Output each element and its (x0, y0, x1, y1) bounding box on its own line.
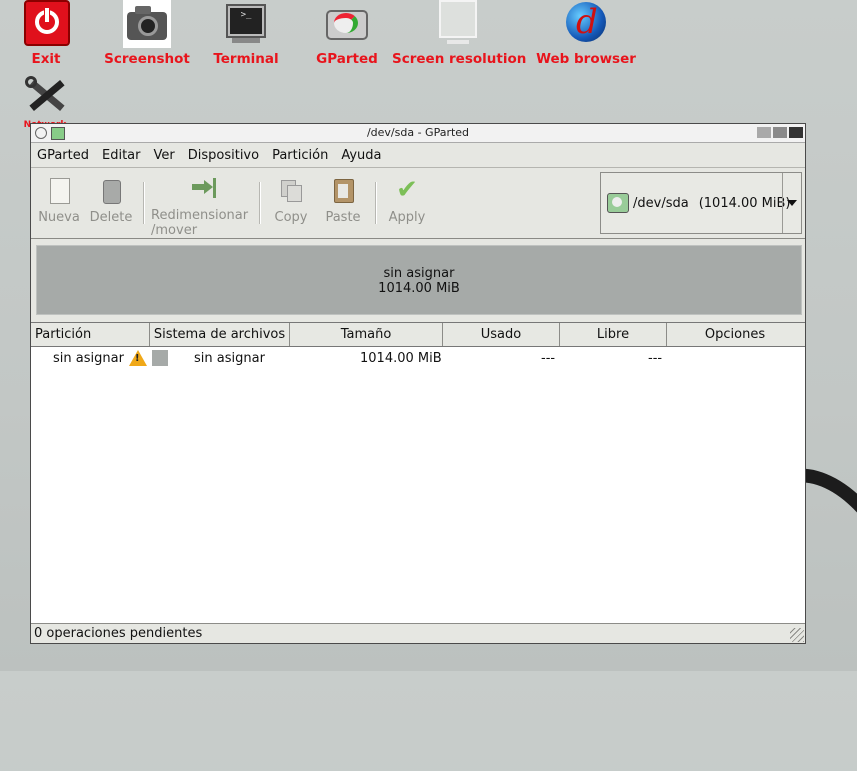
menu-editar[interactable]: Editar (102, 148, 141, 163)
gparted-window: /dev/sda - GParted GParted Editar Ver Di… (30, 123, 806, 644)
column-header-filesystem[interactable]: Sistema de archivos (150, 323, 290, 346)
harddisk-icon (607, 193, 629, 213)
menubar: GParted Editar Ver Dispositivo Partición… (31, 143, 805, 168)
desktop-label-web-browser: Web browser (536, 51, 636, 67)
paste-button[interactable]: Paste (321, 176, 365, 225)
desktop-icon-screen-resolution[interactable]: Screen resolution (392, 0, 527, 67)
menu-ver[interactable]: Ver (154, 148, 175, 163)
cell-size: 1014.00 MiB (360, 350, 442, 366)
column-header-size[interactable]: Tamaño (290, 323, 443, 346)
paste-label: Paste (325, 210, 361, 225)
menu-gparted[interactable]: GParted (37, 148, 89, 163)
desktop-label-exit: Exit (31, 51, 61, 67)
desktop-icon-exit[interactable]: Exit (18, 0, 74, 67)
desktop-label-terminal: Terminal (213, 51, 279, 67)
toolbar-separator (143, 182, 145, 224)
chevron-down-icon[interactable] (782, 173, 801, 233)
device-size: (1014.00 MiB) (698, 195, 791, 211)
close-button[interactable] (789, 127, 803, 138)
desktop-icon-network[interactable]: Network (10, 72, 80, 128)
resize-label-2: /mover (151, 223, 198, 238)
globe-icon: d (562, 0, 610, 48)
copy-icon (278, 176, 304, 204)
desktop-icon-terminal[interactable]: >_ Terminal (210, 0, 282, 67)
apply-button[interactable]: ✔ Apply (385, 176, 429, 225)
paste-icon (330, 176, 356, 204)
table-header: Partición Sistema de archivos Tamaño Usa… (31, 323, 805, 347)
camera-icon (123, 0, 171, 48)
window-titlebar[interactable]: /dev/sda - GParted (31, 124, 805, 143)
menu-particion[interactable]: Partición (272, 148, 328, 163)
disk-map[interactable]: sin asignar 1014.00 MiB (36, 245, 802, 315)
window-title: /dev/sda - GParted (366, 126, 470, 139)
warning-icon-mark: ! (135, 353, 140, 364)
desktop-label-screen-resolution: Screen resolution (392, 51, 527, 67)
disk-icon (323, 0, 371, 48)
power-icon (22, 0, 70, 48)
toolbar-separator (259, 182, 261, 224)
status-bar: 0 operaciones pendientes (31, 623, 805, 643)
resize-label-1: Redimensionar (151, 208, 249, 223)
delete-button[interactable]: Delete (87, 176, 135, 225)
cell-partition: sin asignar (53, 350, 124, 366)
column-header-free[interactable]: Libre (560, 323, 667, 346)
minimize-button[interactable] (757, 127, 771, 138)
terminal-icon: >_ (222, 0, 270, 48)
desktop-icon-gparted[interactable]: GParted (310, 0, 384, 67)
device-name: /dev/sda (633, 195, 689, 211)
maximize-button[interactable] (773, 127, 787, 138)
status-text: 0 operaciones pendientes (34, 626, 203, 641)
copy-label: Copy (274, 210, 308, 225)
cell-filesystem: sin asignar (194, 350, 265, 366)
tools-icon (21, 72, 69, 120)
menu-ayuda[interactable]: Ayuda (341, 148, 381, 163)
new-label: Nueva (38, 210, 80, 225)
filesystem-color-swatch (152, 350, 168, 366)
new-document-icon (46, 176, 72, 204)
diskmap-size: 1014.00 MiB (378, 281, 460, 296)
toolbar: Nueva Delete Redimensionar /mover Copy P… (31, 168, 805, 239)
resize-move-button[interactable]: Redimensionar /mover (151, 176, 255, 238)
monitor-icon (433, 0, 481, 48)
toolbar-separator (375, 182, 377, 224)
copy-button[interactable]: Copy (271, 176, 311, 225)
desktop-label-gparted: GParted (316, 51, 378, 67)
menu-dispositivo[interactable]: Dispositivo (188, 148, 259, 163)
table-row[interactable]: sin asignar ! sin asignar 1014.00 MiB --… (31, 347, 805, 369)
desktop-icon-screenshot[interactable]: Screenshot (104, 0, 190, 67)
diskmap-label: sin asignar (383, 266, 455, 281)
desktop-label-screenshot: Screenshot (104, 51, 190, 67)
resize-icon (190, 176, 216, 204)
column-header-partition[interactable]: Partición (31, 323, 150, 346)
checkmark-icon: ✔ (396, 175, 418, 205)
column-header-used[interactable]: Usado (443, 323, 560, 346)
column-header-flags[interactable]: Opciones (667, 323, 803, 346)
cell-free: --- (648, 350, 663, 366)
new-button[interactable]: Nueva (37, 176, 81, 225)
device-selector[interactable]: /dev/sda (1014.00 MiB) (600, 172, 802, 234)
resize-grip-icon[interactable] (790, 628, 804, 642)
apply-label: Apply (388, 210, 426, 225)
trash-icon (98, 176, 124, 204)
partition-table: Partición Sistema de archivos Tamaño Usa… (31, 322, 805, 623)
desktop-icon-web-browser[interactable]: d Web browser (534, 0, 638, 67)
delete-label: Delete (89, 210, 133, 225)
cell-used: --- (541, 350, 556, 366)
